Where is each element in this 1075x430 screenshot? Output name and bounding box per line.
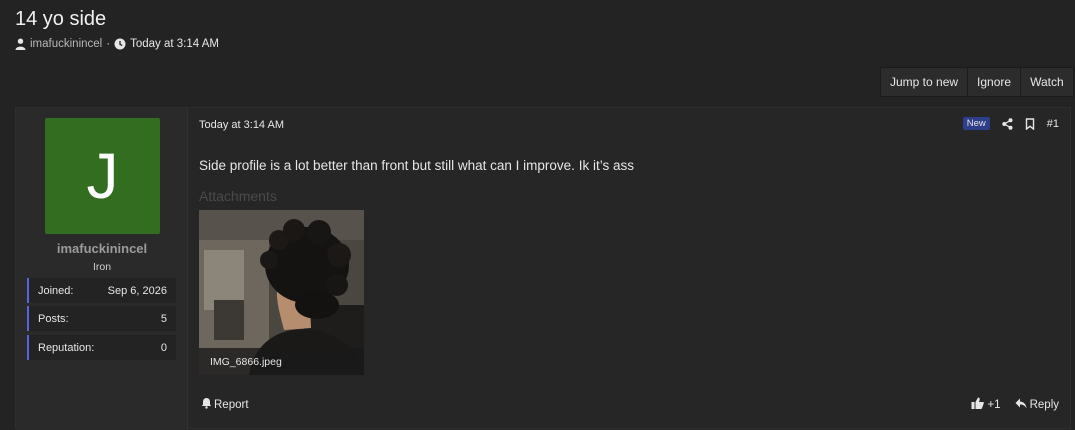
avatar[interactable]: J bbox=[45, 118, 160, 234]
bell-icon bbox=[201, 397, 212, 412]
attachment-thumbnail[interactable]: IMG_6866.jpeg bbox=[199, 210, 364, 375]
thread-author-link[interactable]: imafuckinincel bbox=[30, 38, 102, 50]
new-badge: New bbox=[962, 117, 990, 130]
post-main: Today at 3:14 AM New #1 Side profile is … bbox=[188, 108, 1072, 430]
jump-to-new-button[interactable]: Jump to new bbox=[881, 68, 969, 96]
thread-title: 14 yo side bbox=[15, 8, 107, 30]
stat-label: Reputation: bbox=[38, 341, 95, 354]
user-icon bbox=[15, 38, 26, 50]
stat-label: Posts: bbox=[38, 312, 69, 325]
post-footer-actions: +1 Reply bbox=[971, 397, 1059, 412]
stat-reputation: Reputation: 0 bbox=[27, 335, 176, 360]
reply-icon bbox=[1015, 398, 1027, 412]
thread-toolbar: Jump to new Ignore Watch bbox=[880, 67, 1074, 97]
post-date[interactable]: Today at 3:14 AM bbox=[199, 119, 284, 131]
stat-value: 0 bbox=[160, 341, 167, 354]
post-number-link[interactable]: #1 bbox=[1047, 118, 1059, 130]
stat-joined: Joined: Sep 6, 2026 bbox=[27, 278, 176, 303]
stat-value: Sep 6, 2026 bbox=[107, 284, 167, 297]
stat-label: Joined: bbox=[38, 284, 74, 297]
report-button[interactable]: Report bbox=[201, 397, 249, 412]
thread-time[interactable]: Today at 3:14 AM bbox=[130, 38, 219, 50]
watch-button[interactable]: Watch bbox=[1021, 68, 1073, 96]
bookmark-icon[interactable] bbox=[1025, 117, 1035, 130]
reply-button[interactable]: Reply bbox=[1015, 398, 1059, 412]
like-button[interactable]: +1 bbox=[971, 397, 1001, 412]
attachment-filename[interactable]: IMG_6866.jpeg bbox=[199, 348, 364, 375]
stat-posts: Posts: 5 bbox=[27, 306, 176, 331]
like-count: +1 bbox=[987, 398, 1001, 411]
thread-meta: imafuckinincel · Today at 3:14 AM bbox=[15, 38, 219, 50]
clock-icon bbox=[114, 38, 126, 50]
stat-value: 5 bbox=[160, 312, 167, 325]
reply-label: Reply bbox=[1029, 398, 1059, 411]
meta-separator: · bbox=[106, 38, 111, 50]
post-body: Side profile is a lot better than front … bbox=[199, 158, 634, 173]
user-title: Iron bbox=[92, 261, 112, 273]
post-user-panel: J imafuckinincel Iron Joined: Sep 6, 202… bbox=[16, 108, 188, 430]
post: J imafuckinincel Iron Joined: Sep 6, 202… bbox=[15, 107, 1072, 430]
ignore-button[interactable]: Ignore bbox=[968, 68, 1022, 96]
report-label: Report bbox=[214, 398, 249, 411]
attachments-label: Attachments bbox=[199, 188, 277, 204]
post-actions: New #1 bbox=[962, 117, 1059, 130]
share-icon[interactable] bbox=[1002, 117, 1013, 130]
thumbs-up-icon bbox=[971, 397, 985, 412]
post-username[interactable]: imafuckinincel bbox=[16, 241, 188, 256]
